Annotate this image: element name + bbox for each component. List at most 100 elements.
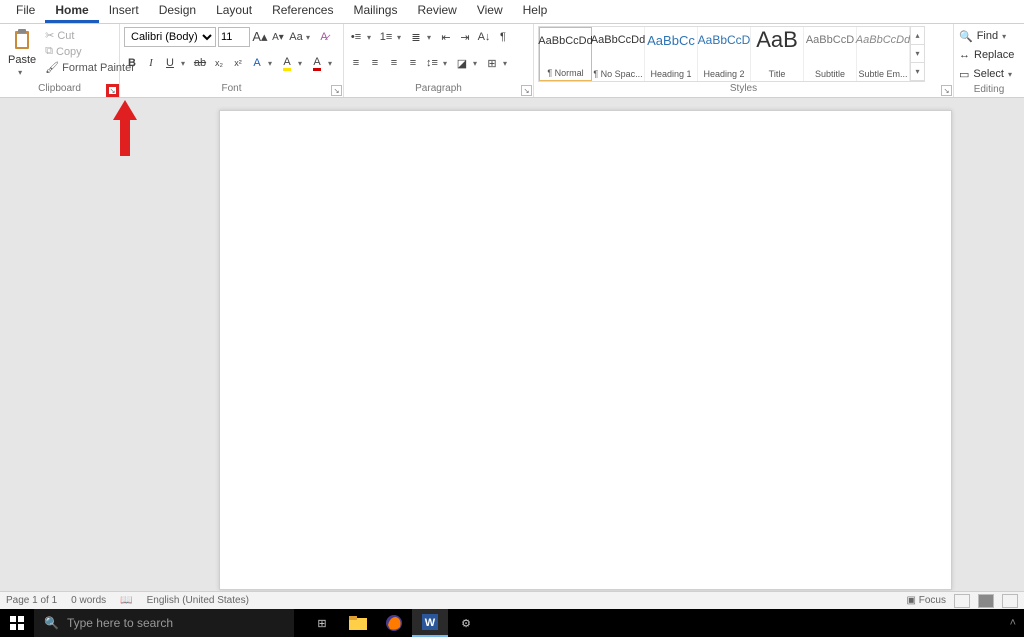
increase-indent-button[interactable]: ⇥: [457, 29, 473, 45]
start-button[interactable]: [0, 609, 34, 637]
justify-button[interactable]: ≡: [405, 55, 421, 71]
taskbar-word[interactable]: W: [412, 609, 448, 637]
tab-insert[interactable]: Insert: [99, 0, 149, 23]
view-read[interactable]: [954, 594, 970, 608]
subscript-button[interactable]: x₂: [211, 55, 227, 71]
status-page[interactable]: Page 1 of 1: [6, 595, 57, 606]
group-clipboard: Paste ▾ ✂ Cut ⧉ Copy 🖌 Format Painter Cl…: [0, 24, 120, 97]
page[interactable]: [219, 110, 952, 590]
clear-formatting-button[interactable]: A̷: [316, 29, 332, 45]
font-color-button[interactable]: A: [309, 55, 325, 71]
status-words[interactable]: 0 words: [71, 595, 106, 606]
borders-button[interactable]: ⊞: [484, 55, 500, 71]
paintbrush-icon: 🖌: [45, 61, 59, 74]
group-label-editing: Editing: [959, 83, 1019, 97]
styles-gallery[interactable]: AaBbCcDd¶ NormalAaBbCcDd¶ No Spac...AaBb…: [538, 26, 925, 82]
paste-label: Paste: [8, 54, 36, 66]
style-item[interactable]: AaBbCcDHeading 2: [698, 27, 751, 81]
highlight-button[interactable]: A: [279, 55, 295, 71]
underline-button[interactable]: U: [162, 55, 178, 71]
style-item[interactable]: AaBbCcDSubtitle: [804, 27, 857, 81]
group-styles: AaBbCcDd¶ NormalAaBbCcDd¶ No Spac...AaBb…: [534, 24, 954, 97]
replace-icon: ↔: [959, 49, 970, 61]
style-item[interactable]: AaBbCcDd¶ Normal: [539, 27, 592, 81]
show-marks-button[interactable]: ¶: [495, 29, 511, 45]
bold-button[interactable]: B: [124, 55, 140, 71]
taskbar: 🔍 Type here to search ⊞ W ⚙ ˄: [0, 609, 1024, 637]
clipboard-launcher[interactable]: ↘: [107, 85, 118, 96]
tab-mailings[interactable]: Mailings: [343, 0, 407, 23]
select-button[interactable]: ▭Select▾: [959, 65, 1019, 83]
font-size-combo[interactable]: [218, 27, 250, 47]
font-launcher[interactable]: ↘: [331, 85, 342, 96]
tab-design[interactable]: Design: [149, 0, 206, 23]
search-icon: 🔍: [959, 30, 973, 43]
italic-button[interactable]: I: [143, 55, 159, 71]
cursor-icon: ▭: [959, 68, 969, 81]
decrease-indent-button[interactable]: ⇤: [438, 29, 454, 45]
style-item[interactable]: AaBTitle: [751, 27, 804, 81]
view-web[interactable]: [1002, 594, 1018, 608]
annotation-arrow: [113, 100, 137, 156]
paste-icon: [10, 28, 34, 52]
tab-layout[interactable]: Layout: [206, 0, 262, 23]
line-spacing-button[interactable]: ↕≡: [424, 55, 440, 71]
gallery-scroll[interactable]: ▴: [911, 27, 924, 45]
svg-text:W: W: [425, 617, 436, 629]
taskbar-firefox[interactable]: [376, 609, 412, 637]
numbering-button[interactable]: 1≡: [378, 29, 394, 45]
superscript-button[interactable]: x²: [230, 55, 246, 71]
shading-button[interactable]: ◪: [454, 55, 470, 71]
group-label-font: Font: [124, 82, 339, 96]
shrink-font-button[interactable]: A▾: [270, 29, 286, 45]
tab-view[interactable]: View: [467, 0, 513, 23]
ribbon: Paste ▾ ✂ Cut ⧉ Copy 🖌 Format Painter Cl…: [0, 24, 1024, 98]
copy-icon: ⧉: [45, 45, 53, 58]
style-item[interactable]: AaBbCcDdSubtle Em...: [857, 27, 910, 81]
bullets-button[interactable]: •≡: [348, 29, 364, 45]
scissors-icon: ✂: [45, 29, 54, 42]
taskbar-explorer[interactable]: [340, 609, 376, 637]
style-item[interactable]: AaBbCcDd¶ No Spac...: [592, 27, 645, 81]
status-language[interactable]: English (United States): [147, 595, 249, 606]
gallery-scroll[interactable]: ▾: [911, 63, 924, 81]
paragraph-launcher[interactable]: ↘: [521, 85, 532, 96]
gallery-scroll[interactable]: ▾: [911, 45, 924, 63]
find-button[interactable]: 🔍Find▾: [959, 27, 1019, 45]
styles-launcher[interactable]: ↘: [941, 85, 952, 96]
group-font: Calibri (Body) A▴ A▾ Aa▾ A̷ B I U▾ ab x₂…: [120, 24, 344, 97]
ribbon-tabs: FileHomeInsertDesignLayoutReferencesMail…: [0, 0, 1024, 24]
group-paragraph: •≡▾ 1≡▾ ≣▾ ⇤ ⇥ A↓ ¶ ≡ ≡ ≡ ≡ ↕≡▾ ◪▾ ⊞▾ Pa…: [344, 24, 534, 97]
taskbar-settings[interactable]: ⚙: [448, 609, 484, 637]
align-left-button[interactable]: ≡: [348, 55, 364, 71]
proofing-icon[interactable]: 📖: [120, 595, 132, 606]
font-name-combo[interactable]: Calibri (Body): [124, 27, 216, 47]
group-editing: 🔍Find▾ ↔Replace ▭Select▾ Editing: [954, 24, 1024, 97]
sort-button[interactable]: A↓: [476, 29, 492, 45]
style-item[interactable]: AaBbCcHeading 1: [645, 27, 698, 81]
tab-home[interactable]: Home: [45, 0, 98, 23]
view-print[interactable]: [978, 594, 994, 608]
paste-button[interactable]: Paste ▾: [4, 26, 40, 79]
taskbar-search[interactable]: 🔍 Type here to search: [34, 609, 294, 637]
tab-references[interactable]: References: [262, 0, 343, 23]
grow-font-button[interactable]: A▴: [252, 29, 268, 45]
align-right-button[interactable]: ≡: [386, 55, 402, 71]
group-label-paragraph: Paragraph: [348, 82, 529, 96]
text-effects-button[interactable]: A: [249, 55, 265, 71]
group-label-styles: Styles: [538, 82, 949, 96]
tab-help[interactable]: Help: [513, 0, 558, 23]
task-view-button[interactable]: ⊞: [304, 609, 340, 637]
search-icon: 🔍: [44, 616, 59, 630]
multilevel-button[interactable]: ≣: [408, 29, 424, 45]
align-center-button[interactable]: ≡: [367, 55, 383, 71]
focus-mode[interactable]: ▣ Focus: [907, 595, 946, 606]
tab-file[interactable]: File: [6, 0, 45, 23]
group-label-clipboard: Clipboard: [4, 82, 115, 96]
strike-button[interactable]: ab: [192, 55, 208, 71]
tab-review[interactable]: Review: [407, 0, 466, 23]
chevron-down-icon: ▾: [18, 68, 26, 77]
change-case-button[interactable]: Aa: [288, 29, 304, 45]
show-desktop[interactable]: ˄: [1002, 617, 1024, 629]
replace-button[interactable]: ↔Replace: [959, 46, 1019, 64]
